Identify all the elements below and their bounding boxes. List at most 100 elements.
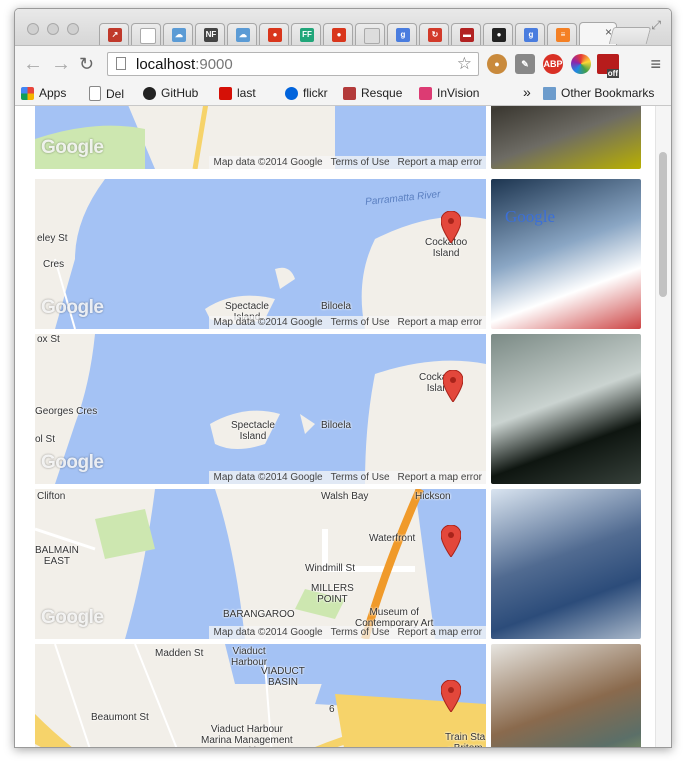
map-marker-icon[interactable]: [441, 680, 461, 712]
map-place-label: eley St: [37, 233, 68, 244]
other-bookmarks-folder[interactable]: Other Bookmarks: [543, 86, 654, 100]
map-marker-icon[interactable]: [441, 525, 461, 557]
map-place-label: Viaduct Harbour: [231, 646, 268, 668]
google-logo[interactable]: Google: [41, 452, 104, 474]
wrench-extension-icon[interactable]: ✎: [515, 54, 535, 74]
lastfm-icon: [219, 86, 232, 100]
location-photo[interactable]: [491, 489, 641, 639]
map-marker-icon[interactable]: [441, 211, 461, 243]
folder-icon: [543, 86, 556, 100]
tomato-icon: ●: [332, 28, 346, 42]
bookmark-flickr[interactable]: flickr: [285, 86, 328, 100]
map-attribution: Map data ©2014 Google Terms of Use Report …: [209, 316, 486, 329]
terms-of-use-link[interactable]: Terms of Use: [331, 626, 390, 639]
map-place-label: Train Sta- Britom: [445, 732, 486, 747]
terms-of-use-link[interactable]: Terms of Use: [331, 471, 390, 484]
color-picker-extension-icon[interactable]: [571, 54, 591, 74]
map-attribution: Map data ©2014 Google Terms of Use Report …: [209, 471, 486, 484]
bookmark-label: Resque: [361, 86, 403, 100]
bookmark-label: Del: [106, 86, 125, 101]
page-icon: [89, 86, 101, 101]
bookmark-label: GitHub: [161, 86, 199, 100]
google-map[interactable]: Madden St VIADUCT BASIN Viaduct Harbour Beaum…: [35, 644, 486, 747]
location-photo[interactable]: [491, 106, 641, 169]
bookmark-del[interactable]: Del: [89, 86, 124, 101]
map-photo-row: BALMAIN EAST Windmill St MILLERS POINT Waterf…: [35, 489, 641, 639]
minimize-window-button[interactable]: [47, 23, 59, 35]
github-icon: [143, 86, 156, 100]
google-icon: g: [524, 28, 538, 42]
location-photo[interactable]: Google: [491, 179, 641, 329]
page-content[interactable]: SpectacleIslandIslandFiveIslandA40DRUMMO…: [15, 106, 671, 747]
zoom-window-button[interactable]: [67, 23, 79, 35]
google-logo[interactable]: Google: [41, 607, 104, 629]
map-place-label: Biloela: [321, 301, 352, 312]
location-photo[interactable]: [491, 334, 641, 484]
browser-tab[interactable]: ≡: [547, 23, 577, 45]
reload-button[interactable]: ↻: [79, 53, 94, 75]
google-logo[interactable]: Google: [41, 137, 104, 159]
cookie-extension-icon[interactable]: ●: [487, 54, 507, 74]
browser-tab[interactable]: ●: [323, 23, 353, 45]
vertical-scrollbar[interactable]: [655, 106, 671, 747]
chrome-menu-icon[interactable]: ≡: [650, 55, 661, 73]
bookmark-apps[interactable]: Apps: [21, 86, 66, 100]
github-icon: ●: [492, 28, 506, 42]
browser-tab[interactable]: FF: [291, 23, 321, 45]
browser-tab[interactable]: NF: [195, 23, 225, 45]
map-place-label: Hickson: [415, 491, 451, 502]
map-data-credit: Map data ©2014 Google: [213, 157, 323, 168]
browser-tab[interactable]: g: [515, 23, 545, 45]
google-map[interactable]: SpectacleIslandIslandFiveIslandA40DRUMMO…: [35, 106, 486, 169]
bookmark-resque[interactable]: Resque: [343, 86, 402, 100]
address-bar[interactable]: localhost:9000 ☆: [107, 52, 479, 76]
map-marker-icon[interactable]: [443, 370, 463, 402]
browser-tab[interactable]: ☁: [227, 23, 257, 45]
bookmark-star-icon[interactable]: ☆: [457, 54, 472, 74]
forward-button[interactable]: →: [51, 53, 71, 75]
browser-tab[interactable]: ●: [259, 23, 289, 45]
browser-tab[interactable]: ↗: [99, 23, 129, 45]
browser-tab[interactable]: ▬: [451, 23, 481, 45]
terms-of-use-link[interactable]: Terms of Use: [331, 316, 390, 329]
close-window-button[interactable]: [27, 23, 39, 35]
url-text: localhost:9000: [136, 56, 233, 73]
browser-tab[interactable]: g: [387, 23, 417, 45]
browser-tab[interactable]: ↻: [419, 23, 449, 45]
report-map-error-link[interactable]: Report a map error: [398, 471, 482, 484]
new-tab-button[interactable]: [608, 27, 652, 44]
map-photo-row: Cockatoo Island Spectacle Island Biloela ox S…: [35, 334, 641, 484]
scrollbar-thumb[interactable]: [659, 152, 667, 297]
page-icon: [364, 28, 380, 44]
bookmark-github[interactable]: GitHub: [143, 86, 198, 100]
browser-tab[interactable]: [355, 23, 385, 45]
adblock-extension-icon[interactable]: ABP: [543, 54, 563, 74]
back-button[interactable]: ←: [23, 53, 43, 75]
off-extension-icon[interactable]: off: [597, 54, 619, 78]
google-map[interactable]: Cockatoo Island Spectacle Island Biloela ox S…: [35, 334, 486, 484]
map-place-label: ox St: [37, 334, 60, 345]
cloud-icon: ☁: [172, 28, 186, 42]
browser-tab[interactable]: [131, 23, 161, 45]
fullscreen-icon[interactable]: ⤢: [651, 18, 661, 33]
report-map-error-link[interactable]: Report a map error: [398, 156, 482, 169]
map-place-label: VIADUCT BASIN: [261, 666, 305, 688]
invision-icon: [419, 86, 432, 100]
google-map[interactable]: BALMAIN EAST Windmill St MILLERS POINT Waterf…: [35, 489, 486, 639]
bookmark-last[interactable]: last: [219, 86, 256, 100]
resque-icon: [343, 86, 356, 100]
location-photo[interactable]: [491, 644, 641, 747]
browser-tab[interactable]: ☁: [163, 23, 193, 45]
report-map-error-link[interactable]: Report a map error: [398, 316, 482, 329]
map-place-label: BARANGAROO: [223, 609, 295, 620]
google-logo[interactable]: Google: [41, 297, 104, 319]
bookmark-invision[interactable]: InVision: [419, 86, 479, 100]
terms-of-use-link[interactable]: Terms of Use: [331, 156, 390, 169]
google-map[interactable]: Parramatta RiverCockatooIslandSpectacleI…: [35, 179, 486, 329]
report-map-error-link[interactable]: Report a map error: [398, 626, 482, 639]
browser-tab[interactable]: ●: [483, 23, 513, 45]
bookmarks-overflow-chevron-icon[interactable]: »: [523, 84, 531, 100]
cloud-icon: ☁: [236, 28, 250, 42]
apps-grid-icon: [21, 86, 34, 100]
map-place-label: Viaduct HarbourMarina Management& Bookin…: [201, 724, 293, 747]
